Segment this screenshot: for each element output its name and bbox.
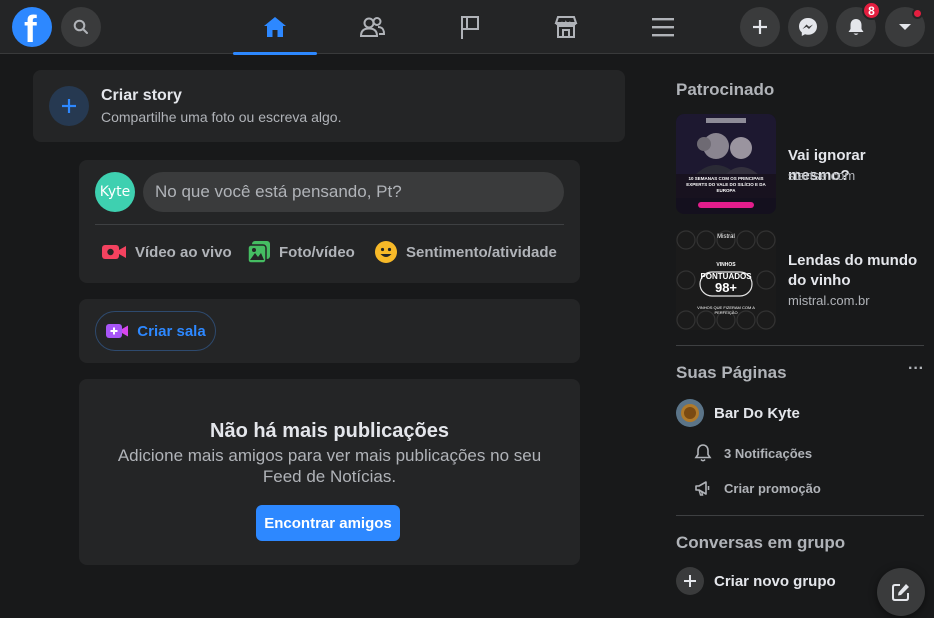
- create-group-plus-button[interactable]: [676, 567, 704, 595]
- friends-icon: [359, 17, 386, 37]
- sidebar-divider: [676, 345, 924, 346]
- ad-mistral-domain: mistral.com.br: [788, 293, 870, 308]
- compose-edit-icon: [892, 584, 909, 601]
- pages-more-options-button[interactable]: ···: [908, 360, 924, 378]
- create-room-button[interactable]: Criar sala: [95, 311, 216, 351]
- facebook-logo[interactable]: f: [12, 7, 52, 47]
- ad-mistral-thumb-top: VINHOS: [716, 262, 736, 268]
- room-video-plus-icon: [106, 324, 129, 338]
- photo-video-button[interactable]: Foto/vídeo: [247, 238, 355, 266]
- ad-mistral-brand: Mistral: [717, 234, 735, 240]
- search-icon: [73, 19, 88, 34]
- marketplace-icon: [554, 16, 578, 38]
- sidebar-divider: [676, 515, 924, 516]
- post-composer: Kyte No que você está pensando, Pt? Víde…: [79, 160, 580, 283]
- ad-startse-thumbnail[interactable]: 10 SEMANAS COM OS PRINCIPAIS EXPERTS DO …: [676, 114, 776, 214]
- create-promotion-label: Criar promoção: [724, 480, 821, 496]
- tab-home[interactable]: [233, 0, 317, 55]
- create-promotion-link[interactable]: Criar promoção: [694, 479, 821, 497]
- plus-icon: [753, 20, 767, 34]
- facebook-logo-letter: f: [24, 9, 37, 47]
- page-name[interactable]: Bar Do Kyte: [714, 405, 800, 422]
- megaphone-icon: [695, 481, 710, 496]
- create-room-label: Criar sala: [137, 322, 206, 340]
- create-group-label[interactable]: Criar novo grupo: [714, 573, 836, 590]
- find-friends-button[interactable]: Encontrar amigos: [256, 505, 400, 541]
- ad-mistral-thumb-big: 98+: [714, 280, 738, 295]
- create-button[interactable]: [740, 7, 780, 47]
- page-notifications-label: 3 Notificações: [724, 445, 813, 461]
- create-room-card: Criar sala: [79, 299, 580, 363]
- ad-startse-thumbnail-text: 10 SEMANAS COM OS PRINCIPAIS EXPERTS DO …: [686, 176, 766, 193]
- empty-feed-title: Não há mais publicações: [210, 420, 449, 442]
- bell-icon: [848, 19, 864, 35]
- account-alert-dot: [912, 8, 923, 19]
- plus-icon: [684, 575, 696, 587]
- avatar[interactable]: Kyte: [95, 172, 135, 212]
- ad-mistral-title[interactable]: Lendas do mundo do vinho: [788, 251, 928, 291]
- messenger-button[interactable]: [788, 7, 828, 47]
- caret-down-icon: [899, 24, 911, 30]
- feeling-activity-label: Sentimento/atividade: [406, 243, 557, 261]
- top-navigation-bar: f 8: [0, 0, 934, 55]
- menu-icon: [652, 18, 674, 37]
- page-avatar[interactable]: [676, 399, 704, 427]
- plus-icon: [62, 99, 76, 113]
- live-video-button[interactable]: Vídeo ao vivo: [101, 238, 232, 266]
- messenger-icon: [799, 18, 817, 36]
- empty-feed-card: Não há mais publicações Adicione mais am…: [79, 379, 580, 565]
- ad-mistral-thumb-bottom: VINHOS QUE FIZERAM COM A PERFEIÇÃO: [697, 305, 755, 315]
- pages-flag-icon: [461, 16, 479, 39]
- ad-startse-domain: startse.com: [788, 168, 856, 183]
- ad-mistral-thumbnail[interactable]: Mistral VINHOS PONTUADOS 98+ VINHOS QUE …: [676, 230, 776, 330]
- empty-feed-text: Adicione mais amigos para ver mais publi…: [117, 446, 542, 486]
- create-story-title: Criar story: [101, 87, 182, 104]
- create-story-subtitle: Compartilhe uma foto ou escreva algo.: [101, 109, 342, 125]
- new-message-button[interactable]: [877, 568, 925, 616]
- composer-divider: [95, 224, 564, 225]
- home-icon: [264, 17, 286, 37]
- tab-marketplace[interactable]: [524, 0, 608, 54]
- photo-icon: [247, 241, 270, 264]
- create-story-card[interactable]: Criar story Compartilhe uma foto ou escr…: [33, 70, 625, 142]
- live-video-icon: [102, 245, 126, 259]
- search-button[interactable]: [61, 7, 101, 47]
- page-notifications-link[interactable]: 3 Notificações: [694, 443, 812, 463]
- notifications-count-badge: 8: [862, 1, 881, 20]
- bell-outline-icon: [694, 444, 712, 462]
- photo-video-label: Foto/vídeo: [279, 243, 355, 261]
- feeling-activity-button[interactable]: Sentimento/atividade: [374, 238, 557, 266]
- tab-pages[interactable]: [428, 0, 512, 54]
- live-video-label: Vídeo ao vivo: [135, 243, 232, 261]
- create-story-plus-button[interactable]: [49, 86, 89, 126]
- composer-input[interactable]: No que você está pensando, Pt?: [143, 172, 564, 212]
- tab-friends[interactable]: [330, 0, 414, 54]
- your-pages-title: Suas Páginas: [676, 363, 787, 382]
- sponsored-title: Patrocinado: [676, 80, 775, 99]
- group-chats-title: Conversas em grupo: [676, 533, 846, 552]
- feeling-icon: [375, 241, 397, 263]
- tab-menu[interactable]: [621, 0, 705, 54]
